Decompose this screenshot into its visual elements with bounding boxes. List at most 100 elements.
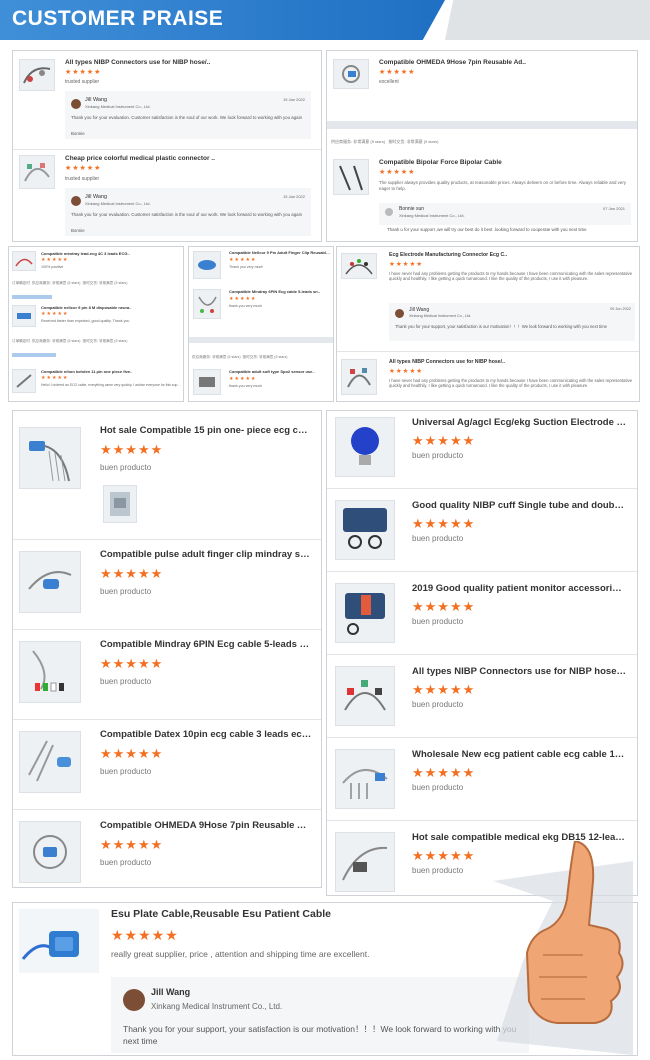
reply-date: 15 Jan 2022 — [282, 194, 305, 199]
reply-sign: Bonnie — [71, 228, 85, 233]
review-title[interactable]: Cheap price colorful medical plastic con… — [65, 155, 305, 162]
star-rating: ★★★★★ — [379, 69, 416, 76]
rating-meta: 供应商服务: 非常满意 (5 stars) 按时交货: 非常满意 (5 star… — [192, 355, 288, 359]
product-thumbnail[interactable] — [341, 253, 377, 279]
review-comment: Received faster than expected, good qual… — [41, 319, 130, 323]
star-rating: ★★★★★ — [100, 656, 164, 671]
product-thumbnail[interactable] — [335, 666, 395, 726]
product-thumbnail[interactable] — [335, 832, 395, 892]
review-title[interactable]: Compatible adult soft type Spo2 sensor u… — [229, 369, 331, 374]
review-comment: buen producto — [100, 677, 152, 686]
seller-reply: Jill Wang Xinkang Medical Instrument Co.… — [111, 977, 529, 1053]
product-thumbnail[interactable] — [19, 731, 81, 793]
review-title[interactable]: Compatible Datex 10pin ecg cable 3 leads… — [100, 729, 312, 740]
review-comment: buen producto — [412, 451, 464, 460]
banner-stripe — [445, 0, 650, 40]
review-photo[interactable] — [103, 485, 137, 523]
review-title[interactable]: All types NIBP Connectors use for NIBP h… — [65, 59, 305, 66]
review-title[interactable]: Compatible OHMEDA 9Hose 7pin Reusable Ad… — [379, 59, 619, 66]
review-comment: buen producto — [412, 783, 464, 792]
reply-date: 15 Jan 2022 — [282, 97, 305, 102]
divider — [13, 719, 321, 720]
product-thumbnail[interactable] — [19, 909, 99, 973]
review-comment: buen producto — [100, 463, 152, 472]
reply-sign: Bonnie — [71, 131, 85, 136]
review-comment: Hello! I ordered an ECG cable, everythin… — [41, 383, 181, 387]
rating-meta: 订单确定时 供应商服务: 非常满意 (5 stars) 按时交货: 非常满意 (… — [12, 339, 128, 343]
review-title[interactable]: Compatible nihon kohden 11 pin one piece… — [41, 369, 181, 374]
star-rating: ★★★★★ — [229, 376, 257, 382]
review-title[interactable]: Ecg Electrode Manufacturing Connector Ec… — [389, 252, 629, 258]
blurred-row — [12, 353, 56, 357]
divider — [13, 149, 321, 150]
review-comment: I have never had any problems getting th… — [389, 378, 633, 389]
review-title[interactable]: Compatible mindray lead-ecg 4C 3 leads E… — [41, 251, 181, 256]
product-thumbnail[interactable] — [335, 417, 395, 477]
review-comment: buen producto — [100, 767, 152, 776]
product-thumbnail[interactable] — [335, 500, 395, 560]
avatar — [71, 196, 81, 206]
review-comment: buen producto — [412, 700, 464, 709]
product-thumbnail[interactable] — [333, 159, 369, 195]
review-title[interactable]: All types NIBP Connectors use for NIBP h… — [389, 359, 629, 365]
product-thumbnail[interactable] — [12, 305, 36, 327]
star-rating: ★★★★★ — [412, 765, 476, 780]
star-rating: ★★★★★ — [65, 69, 102, 76]
review-comment: buen producto — [412, 866, 464, 875]
star-rating: ★★★★★ — [389, 261, 424, 268]
review-title[interactable]: 2019 Good quality patient monitor access… — [412, 583, 626, 594]
divider — [327, 571, 637, 572]
review-comment: buen producto — [100, 858, 152, 867]
product-thumbnail[interactable] — [335, 583, 395, 643]
product-thumbnail[interactable] — [12, 369, 36, 393]
review-title[interactable]: Hot sale Compatible 15 pin one- piece ec… — [100, 425, 312, 436]
review-panel-featured: Esu Plate Cable,Reusable Esu Patient Cab… — [12, 839, 638, 1056]
star-rating: ★★★★★ — [41, 311, 69, 317]
page-title: CUSTOMER PRAISE — [12, 7, 224, 30]
star-rating: ★★★★★ — [100, 746, 164, 761]
product-thumbnail[interactable] — [333, 59, 369, 89]
star-rating: ★★★★★ — [412, 433, 476, 448]
star-rating: ★★★★★ — [111, 927, 179, 943]
product-thumbnail[interactable] — [19, 641, 81, 703]
review-title[interactable]: Good quality NIBP cuff Single tube and d… — [412, 500, 626, 511]
product-thumbnail[interactable] — [12, 251, 36, 271]
rating-meta: 供应商服务: 非常满意 (5 stars) 按时交货: 非常满意 (5 star… — [331, 139, 439, 144]
star-rating: ★★★★★ — [379, 169, 416, 176]
review-title[interactable]: Compatible OHMEDA 9Hose 7pin Reusable Ad… — [100, 820, 312, 831]
blurred-row — [189, 337, 333, 343]
review-title[interactable]: Compatible nellcor 9 pin 8 M disposable … — [41, 305, 181, 310]
reply-date: 07 Jan 2021 — [602, 206, 625, 211]
product-thumbnail[interactable] — [19, 155, 55, 189]
reply-company: Xinkang Medical Instrument Co., Ltd. — [151, 1002, 283, 1011]
review-title[interactable]: Compatible Mindray 6PIN Ecg cable 5-lead… — [100, 639, 312, 650]
star-rating: ★★★★★ — [412, 516, 476, 531]
review-comment: buen producto — [412, 617, 464, 626]
review-comment: buen producto — [100, 587, 152, 596]
product-thumbnail[interactable] — [19, 59, 55, 91]
review-title[interactable]: Compatible Mindray 6PIN Ecg cable 5-lead… — [229, 289, 331, 294]
reply-text: Thank you for your evaluation. Customer … — [71, 115, 303, 120]
product-thumbnail[interactable] — [335, 749, 395, 809]
review-title[interactable]: Universal Ag/agcl Ecg/ekg Suction Electr… — [412, 417, 626, 428]
reply-text: Thank you for your support, your satisfa… — [395, 324, 607, 329]
divider — [337, 351, 639, 352]
product-thumbnail[interactable] — [19, 821, 81, 883]
review-comment: I have never had any problems getting th… — [389, 271, 633, 282]
review-title[interactable]: All types NIBP Connectors use for NIBP h… — [412, 666, 626, 677]
reply-company: Xinkang Medical Instrument Co., Ltd. — [85, 201, 151, 206]
product-thumbnail[interactable] — [193, 289, 221, 319]
review-title[interactable]: Wholesale New ecg patient cable ecg cabl… — [412, 749, 626, 760]
product-thumbnail[interactable] — [19, 427, 81, 489]
product-thumbnail[interactable] — [193, 369, 221, 395]
review-title[interactable]: Compatible Bipolar Force Bipolar Cable — [379, 159, 619, 166]
review-title[interactable]: Compatible pulse adult finger clip mindr… — [100, 549, 312, 560]
product-thumbnail[interactable] — [341, 359, 377, 395]
product-thumbnail[interactable] — [19, 551, 81, 613]
star-rating: ★★★★★ — [100, 566, 164, 581]
review-title[interactable]: Compatible Nellcor 9 Pin Adult Finger Cl… — [229, 250, 331, 255]
product-thumbnail[interactable] — [193, 251, 221, 279]
review-title[interactable]: Esu Plate Cable,Reusable Esu Patient Cab… — [111, 908, 491, 920]
review-panel-mid-center: Compatible Nellcor 9 Pin Adult Finger Cl… — [188, 246, 334, 402]
divider — [13, 629, 321, 630]
